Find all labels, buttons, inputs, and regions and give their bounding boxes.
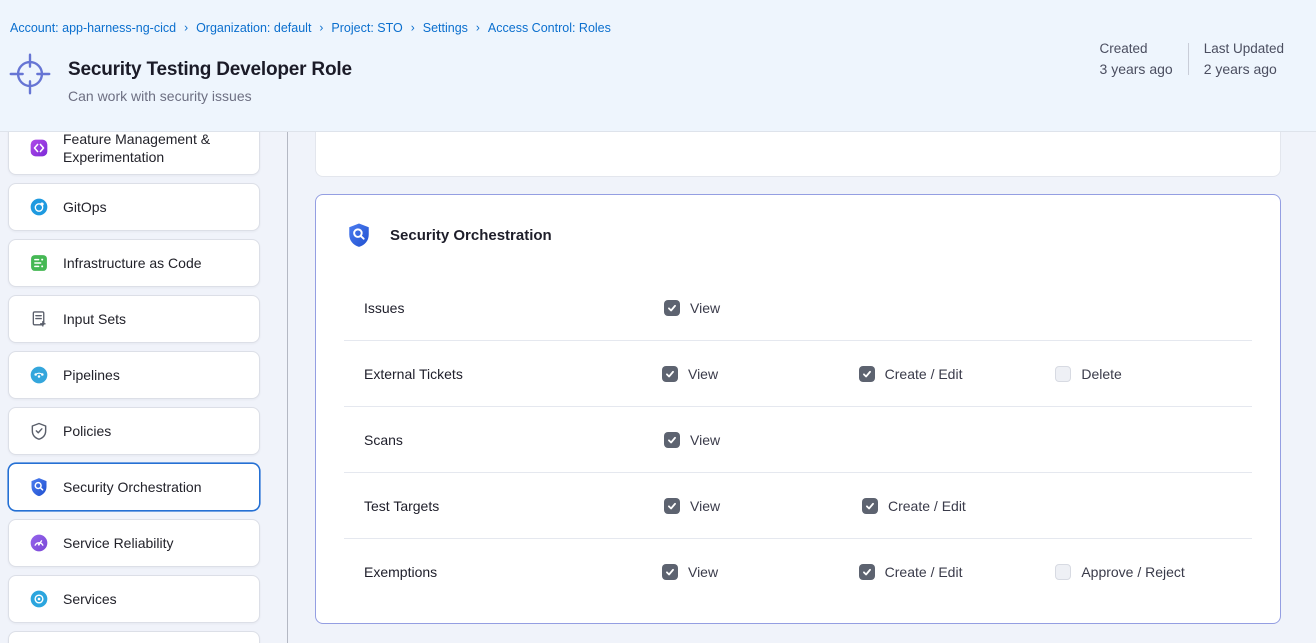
permission-item: View [662, 564, 859, 580]
resource-label: Exemptions [344, 564, 662, 580]
permission-row: Scans View [344, 406, 1252, 472]
permission-row: External Tickets View Create / Edit Dele… [344, 340, 1252, 406]
policies-icon [29, 421, 49, 441]
permission-checkbox[interactable] [1055, 564, 1071, 580]
permission-checkbox[interactable] [662, 366, 678, 382]
breadcrumb-link[interactable]: Access Control: Roles [488, 21, 611, 35]
permission-row: Issues View [344, 275, 1252, 340]
page-title: Security Testing Developer Role [68, 50, 352, 81]
content-area: Feature Management & Experimentation Git… [0, 132, 1316, 643]
resource-label: External Tickets [344, 366, 662, 382]
sidebar-item-label: Service Reliability [63, 534, 173, 552]
permission-checkbox[interactable] [859, 366, 875, 382]
sidebar-item-label: Security Orchestration [63, 478, 202, 496]
input-sets-icon [29, 309, 49, 329]
main-panel-area: Security Orchestration Issues View Exter… [315, 132, 1281, 624]
sidebar-item-input-sets[interactable]: Input Sets [8, 295, 260, 343]
services-icon [29, 589, 49, 609]
permission-item: View [662, 366, 859, 382]
sidebar-item-services[interactable]: Services [8, 575, 260, 623]
gitops-icon [29, 197, 49, 217]
sidebar-item-label: Infrastructure as Code [63, 254, 202, 272]
permission-checkbox[interactable] [859, 564, 875, 580]
sidebar-item-label: Policies [63, 422, 111, 440]
breadcrumb-separator-icon: › [476, 21, 480, 35]
permission-label: View [690, 300, 720, 316]
permission-item: Delete [1055, 366, 1252, 382]
last-updated-label: Last Updated [1204, 41, 1284, 56]
sidebar-item-infrastructure-as-code[interactable]: Infrastructure as Code [8, 239, 260, 287]
permission-checkbox[interactable] [664, 300, 680, 316]
permission-item: Approve / Reject [1055, 564, 1252, 580]
sidebar-item-label: Feature Management & Experimentation [63, 132, 249, 166]
breadcrumb-separator-icon: › [411, 21, 415, 35]
role-meta: Created 3 years ago Last Updated 2 years… [1100, 41, 1284, 77]
meta-divider [1188, 43, 1189, 75]
sidebar-item-gitops[interactable]: GitOps [8, 183, 260, 231]
resource-label: Test Targets [344, 498, 664, 514]
breadcrumb-separator-icon: › [319, 21, 323, 35]
sidebar-item-label: GitOps [63, 198, 107, 216]
breadcrumb-separator-icon: › [184, 21, 188, 35]
permission-label: View [690, 432, 720, 448]
breadcrumb-link[interactable]: Account: app-harness-ng-cicd [10, 21, 176, 35]
breadcrumb: Account: app-harness-ng-cicd › Organizatio… [10, 21, 611, 35]
sidebar-main-divider [287, 132, 288, 643]
permission-checkbox[interactable] [664, 498, 680, 514]
panel-title: Security Orchestration [390, 227, 552, 244]
page-subtitle: Can work with security issues [68, 88, 352, 104]
created-value: 3 years ago [1100, 61, 1173, 77]
permission-label: Approve / Reject [1081, 564, 1185, 580]
pipelines-icon [29, 365, 49, 385]
page-header: Account: app-harness-ng-cicd › Organizatio… [0, 0, 1316, 132]
sidebar-item-label: Pipelines [63, 366, 120, 384]
permission-label: Create / Edit [885, 366, 963, 382]
resource-label: Issues [344, 300, 664, 316]
permission-item: Create / Edit [862, 498, 1060, 514]
permission-checkbox[interactable] [664, 432, 680, 448]
security-orchestration-panel: Security Orchestration Issues View Exter… [315, 194, 1281, 624]
sidebar-item-service-reliability[interactable]: Service Reliability [8, 519, 260, 567]
breadcrumb-link[interactable]: Project: STO [331, 21, 402, 35]
last-updated-value: 2 years ago [1204, 61, 1284, 77]
infrastructure-as-code-icon [29, 253, 49, 273]
security-orchestration-icon [346, 222, 372, 248]
sidebar-item-policies[interactable]: Policies [8, 407, 260, 455]
security-orchestration-icon [29, 477, 49, 497]
permission-item: View [664, 432, 862, 448]
permission-item: View [664, 498, 862, 514]
sidebar-item-security-orchestration[interactable]: Security Orchestration [8, 463, 260, 511]
resource-sidebar: Feature Management & Experimentation Git… [8, 132, 260, 643]
permission-label: View [690, 498, 720, 514]
permission-label: View [688, 366, 718, 382]
breadcrumb-link[interactable]: Settings [423, 21, 468, 35]
permission-label: Create / Edit [885, 564, 963, 580]
permission-item: Create / Edit [859, 366, 1056, 382]
permission-label: Create / Edit [888, 498, 966, 514]
sidebar-item-label: Services [63, 590, 117, 608]
permission-item: Create / Edit [859, 564, 1056, 580]
permission-row: Test Targets View Create / Edit [344, 472, 1252, 538]
sidebar-item-pipelines[interactable]: Pipelines [8, 351, 260, 399]
created-label: Created [1100, 41, 1173, 56]
permission-checkbox[interactable] [662, 564, 678, 580]
permission-label: View [688, 564, 718, 580]
sidebar-item-partial[interactable] [8, 631, 260, 643]
permission-checkbox[interactable] [862, 498, 878, 514]
breadcrumb-link[interactable]: Organization: default [196, 21, 311, 35]
sidebar-item-feature-management-experimentation[interactable]: Feature Management & Experimentation [8, 132, 260, 175]
resource-label: Scans [344, 432, 664, 448]
permission-label: Delete [1081, 366, 1121, 382]
service-reliability-icon [29, 533, 49, 553]
role-crosshair-icon [8, 52, 52, 100]
sidebar-item-label: Input Sets [63, 310, 126, 328]
permission-row: Exemptions View Create / Edit Approve / … [344, 538, 1252, 604]
feature-management-icon [29, 138, 49, 158]
card-partial-top [315, 132, 1281, 177]
permission-item: View [664, 300, 862, 316]
permission-checkbox[interactable] [1055, 366, 1071, 382]
